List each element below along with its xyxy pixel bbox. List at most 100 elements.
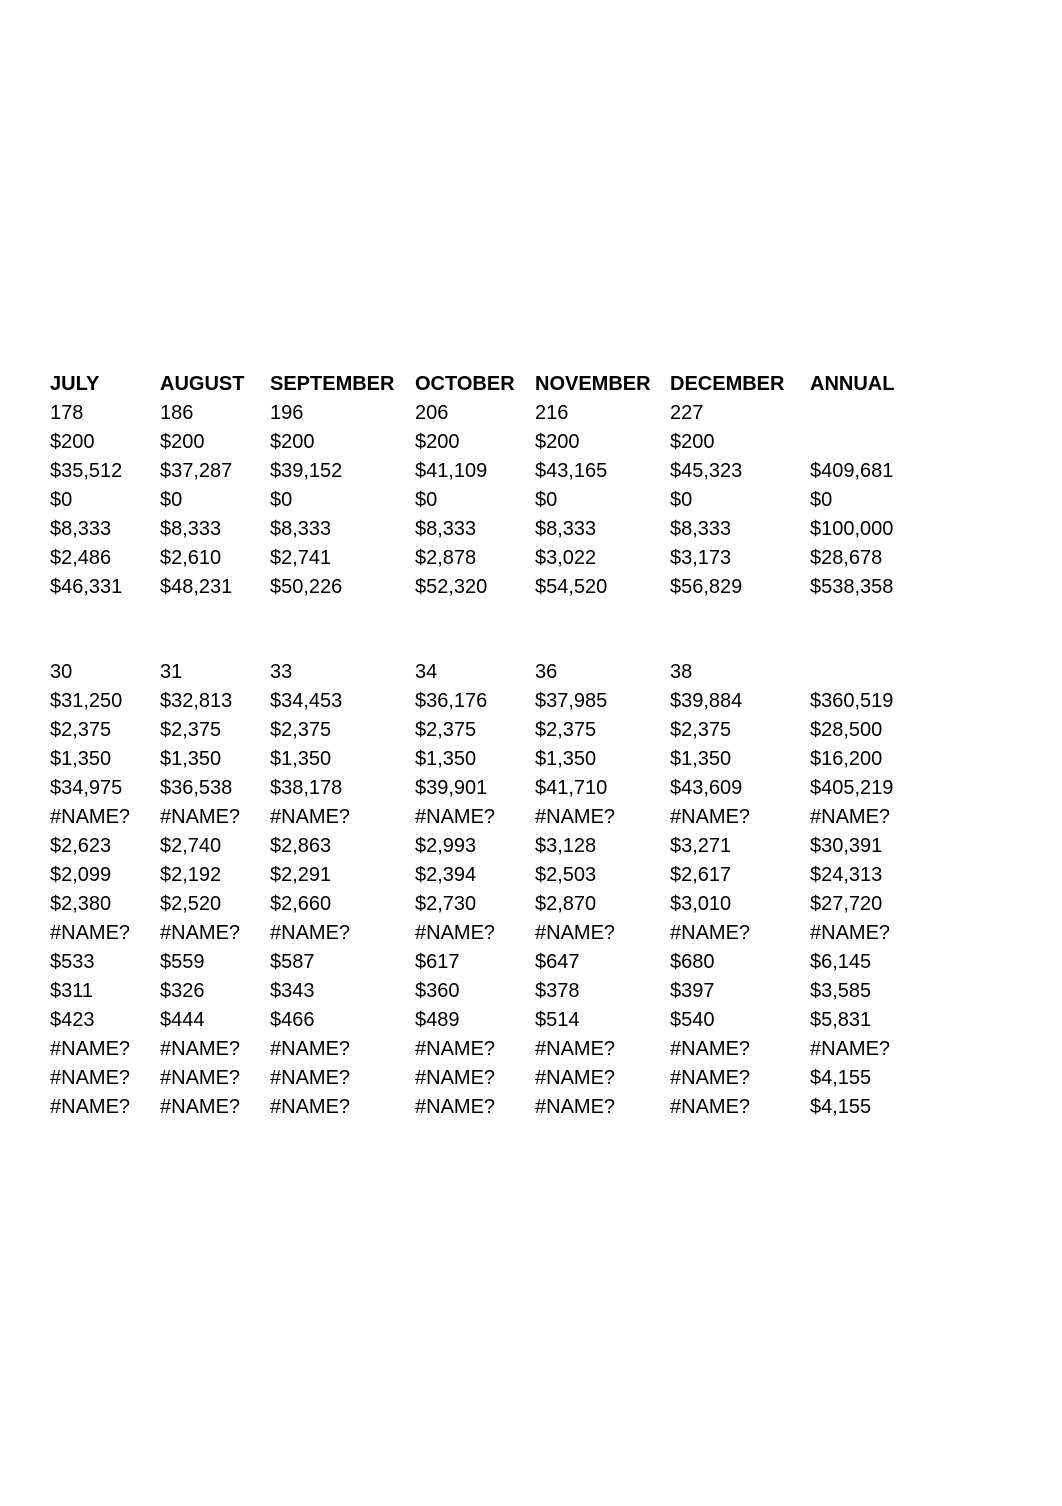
header-july: JULY — [50, 370, 160, 399]
cell-ann: $5,831 — [810, 1006, 930, 1035]
cell-jul: #NAME? — [50, 803, 160, 832]
cell-dec: #NAME? — [670, 1093, 810, 1122]
cell-dec: $3,010 — [670, 890, 810, 919]
cell-nov: $37,985 — [535, 687, 670, 716]
cell-jul: #NAME? — [50, 919, 160, 948]
table-row: #NAME?#NAME?#NAME?#NAME?#NAME?#NAME?$4,1… — [50, 1093, 930, 1122]
table-row: $2,380$2,520$2,660$2,730$2,870$3,010$27,… — [50, 890, 930, 919]
cell-sep: 196 — [270, 399, 415, 428]
cell-ann: $30,391 — [810, 832, 930, 861]
cell-aug: $36,538 — [160, 774, 270, 803]
table-row: $31,250$32,813$34,453$36,176$37,985$39,8… — [50, 687, 930, 716]
header-annual: ANNUAL — [810, 370, 930, 399]
cell-dec: $8,333 — [670, 515, 810, 544]
cell-ann: $0 — [810, 486, 930, 515]
cell-sep: $2,863 — [270, 832, 415, 861]
cell-nov: $378 — [535, 977, 670, 1006]
cell-ann: $28,500 — [810, 716, 930, 745]
cell-jul: $35,512 — [50, 457, 160, 486]
cell-oct: $617 — [415, 948, 535, 977]
cell-ann: #NAME? — [810, 919, 930, 948]
cell-sep: $2,375 — [270, 716, 415, 745]
cell-jul: #NAME? — [50, 1093, 160, 1122]
cell-oct: $36,176 — [415, 687, 535, 716]
cell-oct: $200 — [415, 428, 535, 457]
cell-dec: 38 — [670, 658, 810, 687]
cell-sep: 33 — [270, 658, 415, 687]
cell-aug: #NAME? — [160, 919, 270, 948]
cell-jul: 30 — [50, 658, 160, 687]
cell-nov: $2,870 — [535, 890, 670, 919]
cell-nov: $3,022 — [535, 544, 670, 573]
cell-nov: $514 — [535, 1006, 670, 1035]
cell-dec: $39,884 — [670, 687, 810, 716]
table-row: $46,331$48,231$50,226$52,320$54,520$56,8… — [50, 573, 930, 602]
cell-ann: $24,313 — [810, 861, 930, 890]
cell-oct: $2,878 — [415, 544, 535, 573]
cell-dec: $56,829 — [670, 573, 810, 602]
header-row: JULY AUGUST SEPTEMBER OCTOBER NOVEMBER D… — [50, 370, 930, 399]
cell-aug: $2,610 — [160, 544, 270, 573]
header-december: DECEMBER — [670, 370, 810, 399]
cell-sep: #NAME? — [270, 803, 415, 832]
table-row: 178186196206216227 — [50, 399, 930, 428]
cell-aug: #NAME? — [160, 803, 270, 832]
cell-sep: $2,741 — [270, 544, 415, 573]
cell-aug: $8,333 — [160, 515, 270, 544]
cell-dec: $1,350 — [670, 745, 810, 774]
cell-ann: $4,155 — [810, 1064, 930, 1093]
table-row: $8,333$8,333$8,333$8,333$8,333$8,333$100… — [50, 515, 930, 544]
cell-jul: $46,331 — [50, 573, 160, 602]
cell-ann: $360,519 — [810, 687, 930, 716]
table-row: $1,350$1,350$1,350$1,350$1,350$1,350$16,… — [50, 745, 930, 774]
cell-aug: #NAME? — [160, 1064, 270, 1093]
cell-nov: $1,350 — [535, 745, 670, 774]
cell-ann: #NAME? — [810, 1035, 930, 1064]
table-row: $533$559$587$617$647$680$6,145 — [50, 948, 930, 977]
cell-jul: $2,380 — [50, 890, 160, 919]
cell-oct: $8,333 — [415, 515, 535, 544]
cell-oct: $1,350 — [415, 745, 535, 774]
cell-oct: $2,394 — [415, 861, 535, 890]
cell-sep: $1,350 — [270, 745, 415, 774]
cell-sep: $2,660 — [270, 890, 415, 919]
cell-dec: $2,617 — [670, 861, 810, 890]
cell-nov: $43,165 — [535, 457, 670, 486]
cell-sep: $38,178 — [270, 774, 415, 803]
cell-sep: $8,333 — [270, 515, 415, 544]
cell-oct: $41,109 — [415, 457, 535, 486]
cell-jul: #NAME? — [50, 1064, 160, 1093]
spacer-row — [50, 602, 930, 658]
cell-dec: 227 — [670, 399, 810, 428]
cell-ann: $4,155 — [810, 1093, 930, 1122]
cell-dec: $680 — [670, 948, 810, 977]
table-row: $34,975$36,538$38,178$39,901$41,710$43,6… — [50, 774, 930, 803]
cell-nov: #NAME? — [535, 1064, 670, 1093]
cell-oct: #NAME? — [415, 1035, 535, 1064]
cell-aug: $2,520 — [160, 890, 270, 919]
cell-dec: #NAME? — [670, 803, 810, 832]
cell-dec: #NAME? — [670, 1035, 810, 1064]
cell-sep: $50,226 — [270, 573, 415, 602]
cell-sep: $34,453 — [270, 687, 415, 716]
table-row: $311$326$343$360$378$397$3,585 — [50, 977, 930, 1006]
cell-aug: #NAME? — [160, 1093, 270, 1122]
cell-aug: $444 — [160, 1006, 270, 1035]
cell-ann — [810, 428, 930, 457]
cell-jul: $200 — [50, 428, 160, 457]
cell-dec: #NAME? — [670, 919, 810, 948]
cell-oct: $2,375 — [415, 716, 535, 745]
table-row: $2,375$2,375$2,375$2,375$2,375$2,375$28,… — [50, 716, 930, 745]
cell-dec: $540 — [670, 1006, 810, 1035]
cell-dec: $3,271 — [670, 832, 810, 861]
cell-jul: $0 — [50, 486, 160, 515]
cell-ann: $3,585 — [810, 977, 930, 1006]
cell-aug: $0 — [160, 486, 270, 515]
cell-dec: $397 — [670, 977, 810, 1006]
cell-aug: $48,231 — [160, 573, 270, 602]
table-row: 303133343638 — [50, 658, 930, 687]
cell-aug: $2,192 — [160, 861, 270, 890]
cell-jul: $533 — [50, 948, 160, 977]
cell-aug: $559 — [160, 948, 270, 977]
cell-aug: $1,350 — [160, 745, 270, 774]
